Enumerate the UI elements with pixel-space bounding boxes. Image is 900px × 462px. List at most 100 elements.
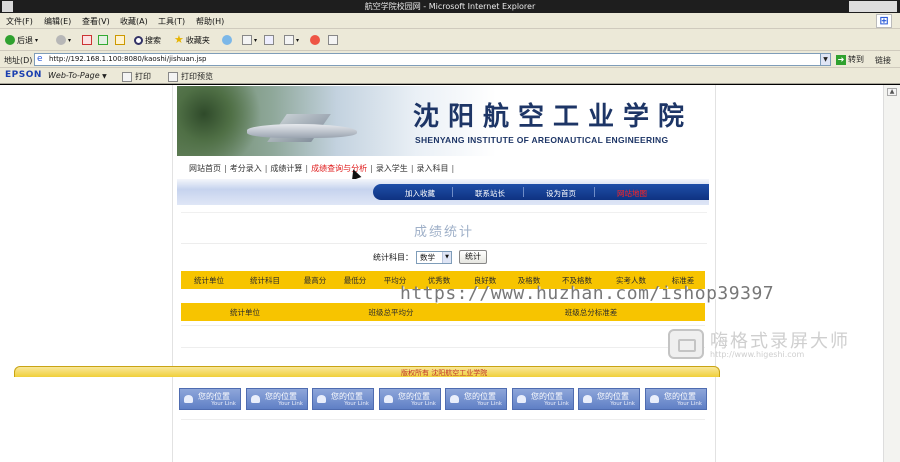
menu-file[interactable]: 文件(F) <box>6 16 33 27</box>
col-class-stddev: 班级总分标准差 <box>564 308 618 317</box>
link-icon <box>384 395 393 403</box>
windows-logo-icon: ⊞ <box>876 14 892 28</box>
go-button[interactable]: ➜ 转到 <box>836 54 864 65</box>
link-sublabel: Your Link <box>411 401 436 407</box>
banner-airplane-image <box>247 124 357 138</box>
col-class-unit: 统计单位 <box>230 308 260 317</box>
history-button[interactable]: ▾ <box>242 33 257 47</box>
class-stats-header: 统计单位 班级总平均分 班级总分标准差 <box>181 303 705 321</box>
mail-button[interactable] <box>264 33 274 47</box>
stats-form: 统计科目： 数学 ▼ 统计 <box>373 250 487 264</box>
nav-subject-entry[interactable]: 录入科目 <box>417 164 449 173</box>
address-dropdown-icon[interactable]: ▼ <box>820 53 831 66</box>
links-button[interactable]: 链接 <box>875 55 891 66</box>
page-footer: 版权所有 沈阳航空工业学院 <box>14 366 720 377</box>
printer-icon <box>284 35 294 45</box>
menu-tools[interactable]: 工具(T) <box>158 16 185 27</box>
nav-score-entry[interactable]: 考分录入 <box>230 164 262 173</box>
address-bar: 地址(D) e http://192.168.1.100:8080/kaoshi… <box>0 51 900 68</box>
your-link-button[interactable]: 您的位置 Your Link <box>312 388 374 410</box>
research-icon <box>328 35 338 45</box>
history-dropdown-icon: ▾ <box>254 36 258 44</box>
row-divider <box>181 325 705 326</box>
link-sublabel: Your Link <box>278 401 303 407</box>
main-nav: 网站首页 | 考分录入 | 成绩计算 | 成绩查询与分析 | 录入学生 | 录入科目 | <box>189 163 457 174</box>
scroll-up-icon[interactable]: ▲ <box>887 88 897 96</box>
quick-links-separator <box>523 187 524 197</box>
your-link-button[interactable]: 您的位置 Your Link <box>246 388 308 410</box>
epson-print-button[interactable]: 打印 <box>122 71 151 82</box>
stats-button[interactable]: 统计 <box>459 250 487 264</box>
search-label: 搜索 <box>145 35 161 45</box>
nav-score-calc[interactable]: 成绩计算 <box>270 164 302 173</box>
forward-arrow-icon <box>56 35 66 45</box>
epson-print-preview-button[interactable]: 打印预览 <box>168 71 213 82</box>
col-min: 最低分 <box>343 276 367 285</box>
link-icon <box>583 395 592 403</box>
menu-help[interactable]: 帮助(H) <box>196 16 224 27</box>
print-preview-icon <box>168 71 178 82</box>
add-favorite-link[interactable]: 加入收藏 <box>405 188 435 199</box>
nav-separator: | <box>410 164 414 173</box>
research-button[interactable] <box>328 33 338 47</box>
window-controls[interactable] <box>849 1 897 12</box>
web-to-page-label: Web-To-Page <box>48 71 100 80</box>
link-icon <box>184 395 193 403</box>
favorites-button[interactable]: ★ 收藏夹 <box>174 33 210 47</box>
title-bar: 航空学院校园网 - Microsoft Internet Explorer <box>0 0 900 13</box>
browser-viewport: 沈阳航空工业学院 SHENYANG INSTITUTE OF AREONAUTI… <box>0 85 900 462</box>
site-map-link[interactable]: 网站地图 <box>617 188 647 199</box>
col-class-avg: 班级总平均分 <box>368 308 414 317</box>
set-homepage-link[interactable]: 设为首页 <box>546 188 576 199</box>
link-icon <box>517 395 526 403</box>
epson-toolbar: EPSON Web-To-Page ▼ 打印 打印预览 <box>0 68 900 84</box>
row-divider <box>181 419 705 420</box>
quick-links-separator <box>594 187 595 197</box>
section-divider <box>181 243 707 244</box>
your-link-button[interactable]: 您的位置 Your Link <box>578 388 640 410</box>
page-icon: e <box>37 54 43 64</box>
stop-icon <box>82 35 92 45</box>
refresh-icon <box>98 35 108 45</box>
refresh-button[interactable] <box>98 33 108 47</box>
history-icon <box>242 35 252 45</box>
web-to-page-button[interactable]: Web-To-Page ▼ <box>48 71 107 80</box>
back-dropdown-icon: ▾ <box>35 36 39 44</box>
standard-toolbar: 后退 ▾ ▾ 搜索 ★ 收藏夹 ▾ ▾ <box>0 29 900 51</box>
messenger-button[interactable] <box>310 33 320 47</box>
url-field[interactable]: e http://192.168.1.100:8080/kaoshi/jishu… <box>34 53 830 66</box>
nav-student-entry[interactable]: 录入学生 <box>376 164 408 173</box>
link-sublabel: Your Link <box>677 401 702 407</box>
link-icon <box>317 395 326 403</box>
search-button[interactable]: 搜索 <box>134 33 161 47</box>
stats-title: 成绩统计 <box>413 225 474 240</box>
back-button[interactable]: 后退 ▾ <box>5 33 38 47</box>
back-arrow-icon <box>5 35 15 45</box>
your-link-button[interactable]: 您的位置 Your Link <box>512 388 574 410</box>
nav-home[interactable]: 网站首页 <box>189 164 221 173</box>
your-link-button[interactable]: 您的位置 Your Link <box>379 388 441 410</box>
menu-edit[interactable]: 编辑(E) <box>44 16 71 27</box>
forward-button[interactable]: ▾ <box>56 33 71 47</box>
contact-admin-link[interactable]: 联系站长 <box>475 188 505 199</box>
recorder-watermark: 嗨格式录屏大师 http://www.higeshi.com <box>668 326 890 366</box>
site-title-en: SHENYANG INSTITUTE OF AREONAUTICAL ENGIN… <box>415 135 669 145</box>
print-toolbar-button[interactable]: ▾ <box>284 33 299 47</box>
your-link-button[interactable]: 您的位置 Your Link <box>645 388 707 410</box>
media-button[interactable] <box>222 33 232 47</box>
epson-logo: EPSON <box>5 70 42 80</box>
banner-trees-image <box>177 86 267 156</box>
web-to-page-dropdown-icon: ▼ <box>102 73 107 80</box>
menu-favorites[interactable]: 收藏(A) <box>120 16 148 27</box>
your-link-button[interactable]: 您的位置 Your Link <box>179 388 241 410</box>
vertical-scrollbar[interactable]: ▲ <box>883 85 900 462</box>
home-button[interactable] <box>115 33 125 47</box>
row-divider <box>181 347 705 348</box>
stop-button[interactable] <box>82 33 92 47</box>
your-link-button[interactable]: 您的位置 Your Link <box>445 388 507 410</box>
subject-select[interactable]: 数学 ▼ <box>416 250 452 264</box>
menu-bar: 文件(F) 编辑(E) 查看(V) 收藏(A) 工具(T) 帮助(H) ⊞ <box>0 13 900 29</box>
menu-view[interactable]: 查看(V) <box>82 16 110 27</box>
subject-value: 数学 <box>420 252 435 262</box>
nav-separator: | <box>451 164 455 173</box>
